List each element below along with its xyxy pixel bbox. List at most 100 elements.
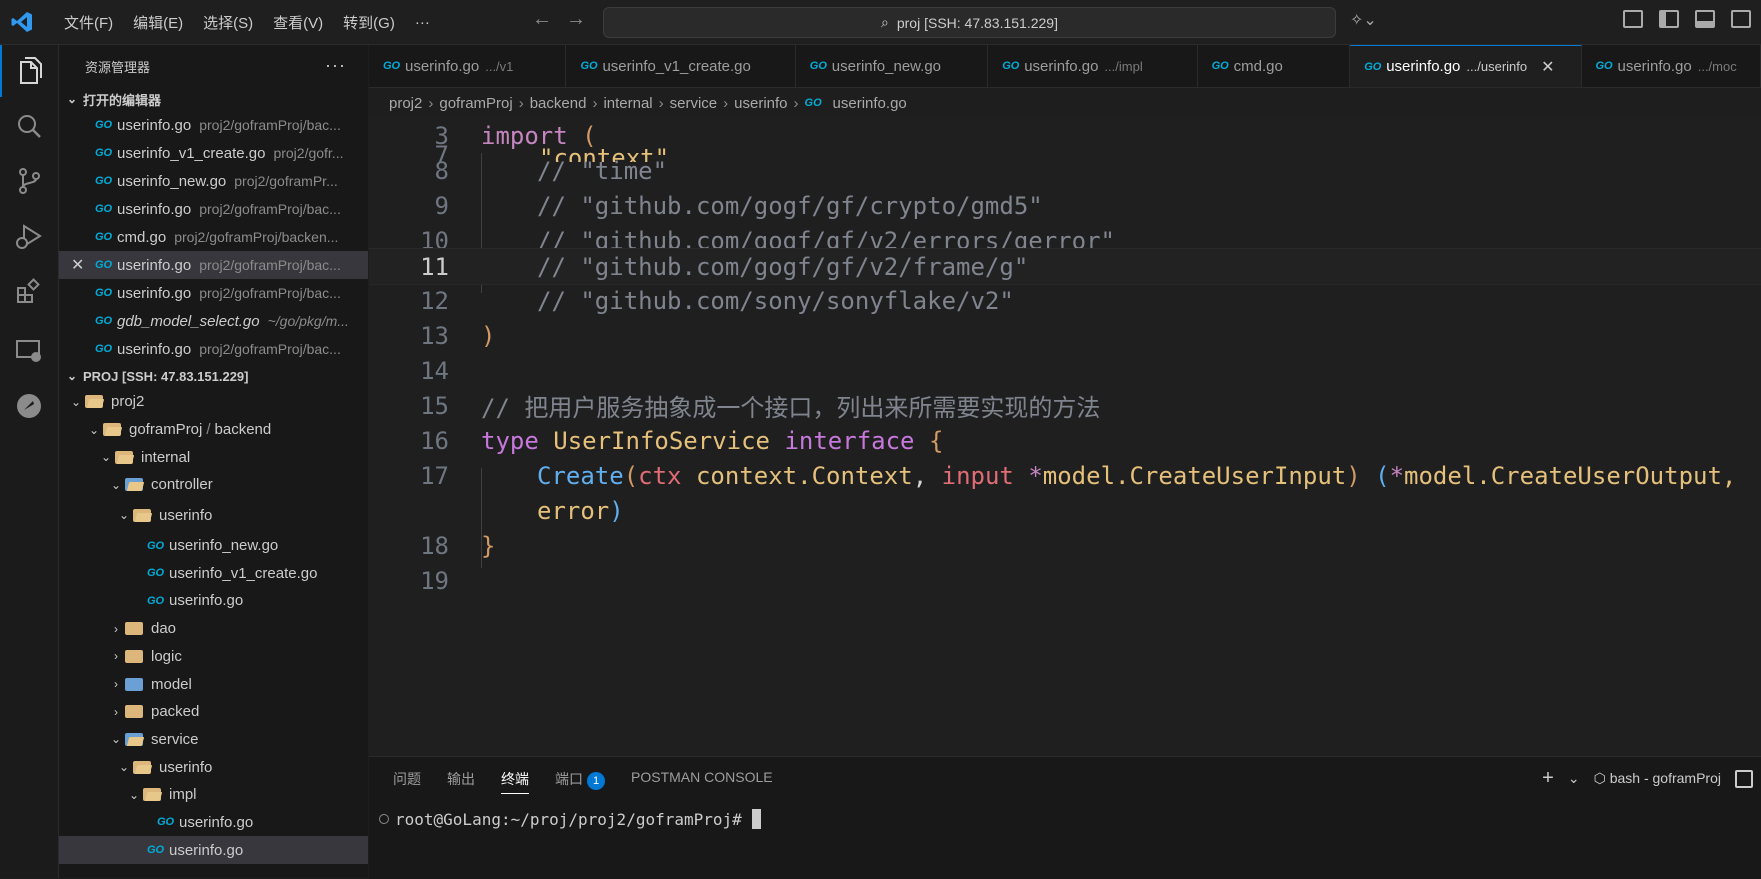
breadcrumb-item[interactable]: backend — [530, 95, 587, 112]
remote-explorer-icon[interactable] — [0, 325, 58, 377]
tree-folder-goframproj-backend[interactable]: ⌄goframProj/backend — [59, 416, 368, 444]
command-center[interactable]: ⌕ proj [SSH: 47.83.151.229] — [603, 7, 1336, 38]
new-terminal-icon[interactable]: + — [1542, 767, 1554, 790]
code-token: ctx — [638, 462, 681, 490]
tree-folder-internal[interactable]: ⌄internal — [59, 443, 368, 471]
chevron-down-icon: ⌄ — [125, 788, 143, 802]
tree-folder-userinfo[interactable]: ⌄userinfo — [59, 499, 368, 532]
tab-userinfo-new[interactable]: GOuserinfo_new.go — [796, 45, 988, 87]
open-editors-header[interactable]: ⌄ 打开的编辑器 — [59, 87, 368, 111]
breadcrumb-item[interactable]: userinfo — [734, 95, 787, 112]
extensions-icon[interactable] — [0, 265, 58, 317]
code-token: * — [1028, 462, 1042, 490]
tab-userinfo-v1-create[interactable]: GOuserinfo_v1_create.go — [566, 45, 795, 87]
breadcrumb-item[interactable]: service — [670, 95, 718, 112]
tab-userinfo-active[interactable]: GOuserinfo.go.../userinfo✕ — [1350, 45, 1581, 87]
menu-edit[interactable]: 编辑(E) — [123, 12, 193, 33]
run-debug-icon[interactable] — [0, 210, 58, 262]
project-label: PROJ [SSH: 47.83.151.229] — [83, 369, 248, 384]
tree-folder-controller[interactable]: ⌄controller — [59, 471, 368, 499]
tree-folder-userinfo[interactable]: ⌄userinfo — [59, 753, 368, 781]
more-actions-icon[interactable]: ··· — [325, 55, 346, 76]
tree-folder-logic[interactable]: ›logic — [59, 643, 368, 671]
terminal-output[interactable]: root@GoLang:~/proj/proj2/goframProj# — [379, 809, 761, 829]
postman-icon[interactable] — [0, 380, 58, 432]
terminal-shell[interactable]: ⬡ bash - goframProj — [1594, 770, 1721, 787]
tree-folder-impl[interactable]: ⌄impl — [59, 781, 368, 809]
search-view-icon[interactable] — [0, 100, 58, 152]
explorer-icon[interactable] — [0, 45, 60, 97]
tab-output[interactable]: 输出 — [447, 769, 475, 794]
chevron-down-icon: ⌄ — [67, 369, 83, 383]
breadcrumb-item[interactable]: goframProj — [439, 95, 512, 112]
code-line: 14 — [369, 353, 1761, 388]
code-token: // 把用户服务抽象成一个接口，列出来所需要实现的方法 — [481, 394, 1100, 422]
menu-view[interactable]: 查看(V) — [263, 12, 333, 33]
source-control-icon[interactable] — [0, 155, 58, 207]
menu-goto[interactable]: 转到(G) — [333, 12, 405, 33]
tab-terminal[interactable]: 终端 — [501, 769, 529, 794]
open-editor-item[interactable]: GOuserinfo.goproj2/goframProj/bac... — [59, 111, 368, 139]
breadcrumb-item[interactable]: userinfo.go — [833, 95, 907, 112]
open-editor-item[interactable]: GOcmd.goproj2/goframProj/backen... — [59, 223, 368, 251]
tab-userinfo-impl[interactable]: GOuserinfo.go.../impl — [988, 45, 1197, 87]
breadcrumb-item[interactable]: proj2 — [389, 95, 422, 112]
menu-more[interactable]: ··· — [405, 14, 440, 31]
open-editor-item[interactable]: GOgdb_model_select.go~/go/pkg/m... — [59, 307, 368, 335]
customize-layout-icon[interactable] — [1623, 10, 1643, 28]
activity-bar — [0, 45, 59, 878]
go-file-icon: GO — [95, 343, 117, 355]
open-editor-item-active[interactable]: ✕GOuserinfo.goproj2/goframProj/bac... — [59, 251, 368, 279]
back-arrow-icon[interactable]: ← — [532, 8, 552, 31]
tree-folder-dao[interactable]: ›dao — [59, 615, 368, 643]
tree-folder-proj2[interactable]: ⌄proj2 — [59, 388, 368, 416]
close-icon[interactable]: ✕ — [71, 255, 84, 275]
open-editor-item[interactable]: GOuserinfo.goproj2/goframProj/bac... — [59, 195, 368, 223]
open-editor-item[interactable]: GOuserinfo_new.goproj2/goframPr... — [59, 167, 368, 195]
go-file-icon: GO — [95, 287, 117, 299]
tree-label: logic — [151, 648, 182, 665]
tab-problems[interactable]: 问题 — [393, 769, 421, 794]
terminal-prompt: root@GoLang:~/proj/proj2/goframProj# — [395, 810, 742, 829]
menu-file[interactable]: 文件(F) — [54, 12, 123, 33]
copilot-icon[interactable]: ✧⌄ — [1350, 10, 1377, 30]
split-terminal-icon[interactable] — [1735, 770, 1753, 788]
open-editor-item[interactable]: GOuserinfo_v1_create.goproj2/gofr... — [59, 139, 368, 167]
open-editor-path: proj2/goframProj/bac... — [199, 257, 341, 273]
open-editor-item[interactable]: GOuserinfo.goproj2/goframProj/bac... — [59, 335, 368, 363]
tree-file-active[interactable]: GOuserinfo.go — [59, 836, 368, 864]
tree-label: service — [151, 731, 199, 748]
tree-file[interactable]: GOuserinfo_new.go — [59, 532, 368, 560]
code-editor[interactable]: 3import ( 7"context" 8// "time" 9// "git… — [369, 118, 1761, 756]
vscode-logo-icon[interactable] — [10, 10, 34, 34]
circle-icon — [379, 814, 389, 824]
tree-file[interactable]: GOuserinfo_v1_create.go — [59, 559, 368, 587]
chevron-right-icon: › — [107, 705, 125, 719]
chevron-down-icon: ⌄ — [67, 395, 85, 409]
code-line: 17Create(ctx context.Context, input *mod… — [369, 458, 1761, 493]
toggle-secondary-sidebar-icon[interactable] — [1731, 10, 1751, 28]
toggle-panel-icon[interactable] — [1695, 10, 1715, 28]
folder-open-icon — [115, 451, 133, 464]
toggle-sidebar-icon[interactable] — [1659, 10, 1679, 28]
tab-userinfo-moc[interactable]: GOuserinfo.go.../moc — [1582, 45, 1761, 87]
tab-cmd[interactable]: GOcmd.go — [1198, 45, 1351, 87]
tab-userinfo-v1[interactable]: GOuserinfo.go.../v1 — [369, 45, 566, 87]
open-editor-item[interactable]: GOuserinfo.goproj2/goframProj/bac... — [59, 279, 368, 307]
forward-arrow-icon[interactable]: → — [566, 8, 586, 31]
tree-folder-packed[interactable]: ›packed — [59, 698, 368, 726]
tree-file[interactable]: GOuserinfo.go — [59, 809, 368, 837]
project-header[interactable]: ⌄ PROJ [SSH: 47.83.151.229] — [59, 364, 368, 388]
menu-selection[interactable]: 选择(S) — [193, 12, 263, 33]
code-line: 19 — [369, 563, 1761, 598]
chevron-right-icon: › — [592, 95, 597, 112]
close-tab-icon[interactable]: ✕ — [1541, 57, 1554, 77]
tab-ports[interactable]: 端口1 — [555, 769, 605, 794]
chevron-down-icon[interactable]: ⌄ — [1568, 770, 1580, 787]
breadcrumb-item[interactable]: internal — [603, 95, 652, 112]
tab-postman-console[interactable]: POSTMAN CONSOLE — [631, 769, 773, 794]
tree-file[interactable]: GOuserinfo.go — [59, 587, 368, 615]
tree-folder-model[interactable]: ›model — [59, 670, 368, 698]
tree-folder-service[interactable]: ⌄service — [59, 726, 368, 754]
open-editor-path: proj2/gofr... — [273, 145, 343, 161]
